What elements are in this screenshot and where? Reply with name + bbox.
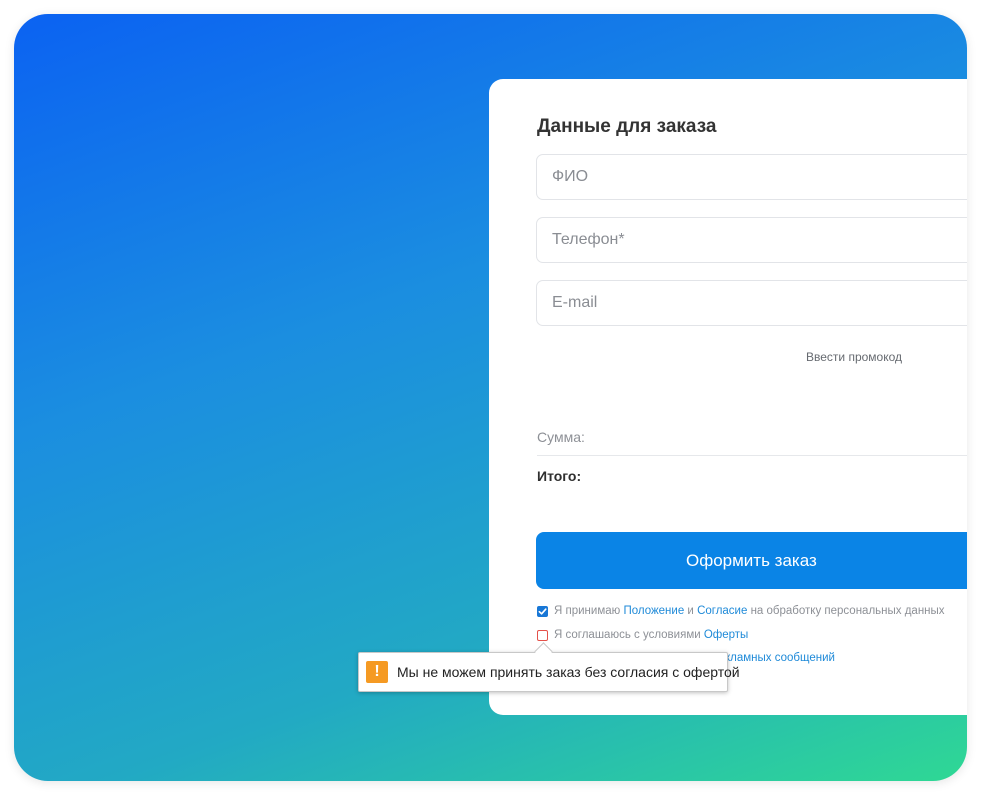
validation-tooltip: ! Мы не можем принять заказ без согласия…: [358, 652, 740, 692]
name-input[interactable]: [537, 155, 967, 199]
personal-data-checkbox[interactable]: [537, 605, 548, 617]
total-label: Итого:: [537, 468, 582, 484]
phone-field-wrapper: [536, 217, 967, 263]
order-form-card: Данные для заказа Ввести промокод Сумма:…: [489, 79, 967, 715]
phone-input[interactable]: [537, 218, 967, 262]
submit-order-button[interactable]: Оформить заказ: [536, 532, 967, 589]
consent-text: Я принимаю: [554, 605, 624, 617]
promo-code-link[interactable]: Ввести промокод: [806, 350, 902, 364]
offer-consent-row: Я соглашаюсь с условиями Оферты: [537, 629, 748, 641]
regulation-link[interactable]: Положение: [623, 605, 684, 617]
offer-consent-text: Я соглашаюсь с условиями: [554, 629, 704, 641]
offer-link[interactable]: Оферты: [704, 629, 748, 641]
email-field-wrapper: [536, 280, 967, 326]
warning-icon: !: [366, 661, 388, 683]
personal-data-consent-row: Я принимаю Положение и Согласие на обраб…: [537, 605, 945, 617]
divider: [537, 455, 967, 456]
consent-link[interactable]: Согласие: [697, 605, 747, 617]
ads-messages-link[interactable]: кламных сообщений: [725, 652, 835, 664]
name-field-wrapper: [536, 154, 967, 200]
validation-message: Мы не можем принять заказ без согласия с…: [397, 664, 740, 680]
consent-text: на обработку персональных данных: [747, 605, 945, 617]
offer-checkbox[interactable]: [537, 629, 548, 641]
checkmark-icon: [538, 607, 547, 615]
form-title: Данные для заказа: [537, 116, 717, 137]
ads-consent-row: кламных сообщений: [725, 652, 835, 664]
consent-text: и: [684, 605, 698, 617]
sum-label: Сумма:: [537, 429, 585, 445]
email-input[interactable]: [537, 281, 967, 325]
